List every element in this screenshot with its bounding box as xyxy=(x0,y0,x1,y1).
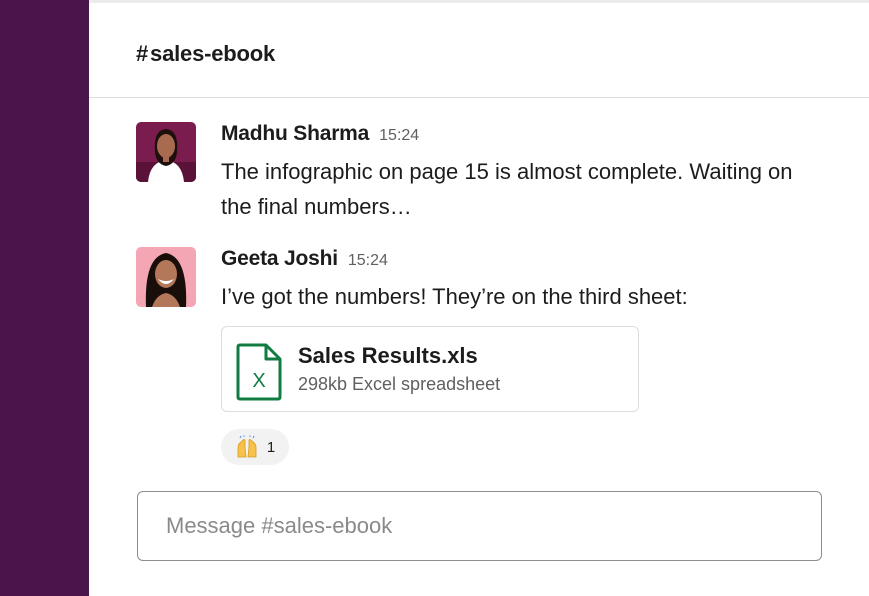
message-text: I’ve got the numbers! They’re on the thi… xyxy=(221,284,688,309)
message-header: Geeta Joshi 15:24 xyxy=(221,247,831,277)
app-window: # sales-ebook Madhu Sharma 15:24 The inf… xyxy=(0,0,869,596)
channel-title[interactable]: # sales-ebook xyxy=(136,41,275,67)
message-input[interactable] xyxy=(166,508,786,544)
file-name[interactable]: Sales Results.xls xyxy=(298,343,478,369)
file-attachment-card[interactable]: X Sales Results.xls 298kb Excel spreadsh… xyxy=(221,326,639,412)
channel-name: sales-ebook xyxy=(150,41,276,66)
channel-view: # sales-ebook Madhu Sharma 15:24 The inf… xyxy=(89,0,869,596)
channel-header: # sales-ebook xyxy=(89,3,869,98)
workspace-sidebar xyxy=(0,0,89,596)
file-meta: 298kb Excel spreadsheet xyxy=(298,374,501,394)
excel-file-icon: X xyxy=(236,343,282,401)
avatar[interactable] xyxy=(136,122,196,182)
message-composer[interactable] xyxy=(137,491,822,561)
reaction-count: 1 xyxy=(266,438,276,456)
timestamp[interactable]: 15:24 xyxy=(348,252,388,270)
message-text: The infographic on page 15 is almost com… xyxy=(221,159,793,219)
message-header: Madhu Sharma 15:24 xyxy=(221,122,831,152)
raising-hands-emoji-icon xyxy=(237,435,257,458)
excel-icon-letter: X xyxy=(252,370,265,392)
message-body: Geeta Joshi 15:24 I’ve got the numbers! … xyxy=(221,247,831,314)
avatar[interactable] xyxy=(136,247,196,307)
author-name[interactable]: Madhu Sharma xyxy=(221,122,369,146)
channel-hash-icon: # xyxy=(136,41,149,66)
avatar-geeta-joshi-icon xyxy=(136,247,196,307)
reaction-pill[interactable]: 1 xyxy=(221,429,289,465)
avatar-madhu-sharma-icon xyxy=(136,122,196,182)
author-name[interactable]: Geeta Joshi xyxy=(221,247,338,271)
message-body: Madhu Sharma 15:24 The infographic on pa… xyxy=(221,122,831,224)
timestamp[interactable]: 15:24 xyxy=(379,127,419,145)
